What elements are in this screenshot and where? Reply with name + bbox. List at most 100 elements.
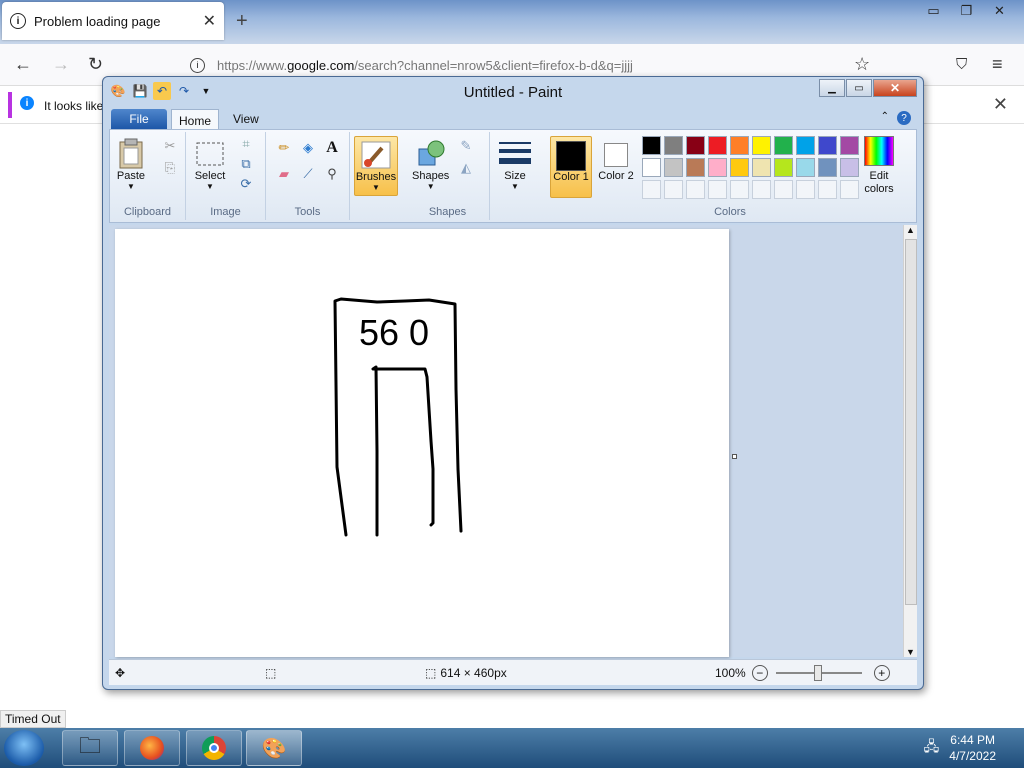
tab-file[interactable]: File <box>111 109 167 129</box>
shapes-button[interactable]: Shapes ▼ <box>412 138 449 191</box>
firefox-icon <box>140 736 164 760</box>
pencil-icon[interactable]: ✏ <box>274 138 294 158</box>
scroll-down-icon[interactable]: ▼ <box>906 647 915 657</box>
color1-button[interactable]: Color 1 <box>550 136 592 198</box>
back-button[interactable]: ← <box>14 54 32 75</box>
palette-swatch[interactable] <box>774 158 793 177</box>
palette-swatch[interactable] <box>708 158 727 177</box>
palette-swatch[interactable] <box>818 136 837 155</box>
resize-icon[interactable]: ⧉ <box>236 154 256 174</box>
custom-color-slot[interactable] <box>730 180 749 199</box>
copy-icon[interactable]: ⎘ <box>160 158 180 178</box>
rotate-icon[interactable]: ⟳ <box>236 174 256 194</box>
network-icon[interactable]: 🖧 <box>924 736 940 760</box>
close-window-button[interactable]: ✕ <box>983 0 1016 22</box>
outline-icon[interactable]: ✎ <box>456 136 476 156</box>
minimize-ribbon-icon[interactable]: ⌃ <box>881 111 889 122</box>
close-window-button[interactable]: ✕ <box>873 79 917 97</box>
scroll-thumb[interactable] <box>905 239 917 605</box>
zoom-slider-thumb[interactable] <box>813 664 822 681</box>
maximize-button[interactable]: ▭ <box>846 79 872 97</box>
help-icon[interactable]: ? <box>897 111 911 125</box>
palette-swatch[interactable] <box>642 158 661 177</box>
custom-color-slot[interactable] <box>686 180 705 199</box>
custom-color-slot[interactable] <box>642 180 661 199</box>
palette-swatch[interactable] <box>664 136 683 155</box>
fill-icon[interactable]: ◈ <box>298 138 318 158</box>
scroll-up-icon[interactable]: ▲ <box>906 225 915 235</box>
paint-taskbar-button[interactable]: 🎨 <box>246 730 302 766</box>
palette-swatch[interactable] <box>818 158 837 177</box>
browser-tab[interactable]: i Problem loading page ✕ <box>2 2 224 40</box>
close-tab-icon[interactable]: ✕ <box>203 11 216 31</box>
palette-swatch[interactable] <box>752 136 771 155</box>
palette-swatch[interactable] <box>796 136 815 155</box>
tab-home[interactable]: Home <box>171 109 219 131</box>
color-picker-icon[interactable]: ⟋ <box>298 164 318 184</box>
custom-color-slot[interactable] <box>708 180 727 199</box>
clock[interactable]: 6:44 PM 4/7/2022 <box>949 732 996 764</box>
forward-button[interactable]: → <box>52 54 70 75</box>
palette-swatch[interactable] <box>774 136 793 155</box>
canvas-resize-handle[interactable] <box>732 454 737 459</box>
new-tab-button[interactable]: + <box>236 10 248 33</box>
paste-button[interactable]: Paste ▼ <box>116 138 146 191</box>
explorer-taskbar-button[interactable]: 🗀 <box>62 730 118 766</box>
taskbar: 🗀 🎨 🖧 6:44 PM 4/7/2022 <box>0 728 1024 768</box>
chrome-icon <box>202 736 226 760</box>
palette-swatch[interactable] <box>686 158 705 177</box>
restore-button[interactable]: ❐ <box>950 0 983 22</box>
text-tool-icon[interactable]: A <box>322 138 342 158</box>
color2-button[interactable]: Color 2 <box>596 136 636 198</box>
tab-view[interactable]: View <box>233 112 259 126</box>
custom-color-slot[interactable] <box>796 180 815 199</box>
palette-swatch[interactable] <box>730 158 749 177</box>
size-icon <box>498 138 532 170</box>
bookmark-star-icon[interactable]: ☆ <box>854 54 870 75</box>
select-button[interactable]: Select ▼ <box>194 138 226 191</box>
zoom-slider[interactable] <box>775 664 862 681</box>
custom-color-slot[interactable] <box>818 180 837 199</box>
drawing-canvas[interactable]: 56 0 <box>115 229 729 657</box>
custom-color-slot[interactable] <box>774 180 793 199</box>
canvas-area: 56 0 <box>109 225 903 657</box>
dropdown-arrow-icon: ▼ <box>511 182 519 191</box>
start-button[interactable] <box>4 730 44 766</box>
menu-icon[interactable]: ≡ <box>992 54 1003 75</box>
reload-button[interactable]: ↻ <box>88 54 103 75</box>
ribbon-tabs: File Home View ⌃ ? <box>109 109 917 131</box>
cut-icon[interactable]: ✂ <box>160 136 180 156</box>
paint-titlebar[interactable]: 🎨 💾 ↶ ↷ ▼ Untitled - Paint ▁ ▭ ✕ <box>103 77 923 107</box>
custom-color-slot[interactable] <box>664 180 683 199</box>
vertical-scrollbar[interactable]: ▲ ▼ <box>903 225 917 657</box>
edit-colors-button[interactable]: Edit colors <box>854 136 904 196</box>
window-title: Untitled - Paint <box>463 84 563 101</box>
group-colors: Color 1 Color 2 Edit colors Colors <box>544 132 916 220</box>
crop-icon[interactable]: ⌗ <box>236 134 256 154</box>
pocket-icon[interactable]: ⛉ <box>956 56 967 73</box>
group-label: Shapes <box>428 206 467 218</box>
brushes-button[interactable]: Brushes ▼ <box>354 136 398 196</box>
palette-swatch[interactable] <box>796 158 815 177</box>
close-notification-icon[interactable]: ✕ <box>993 94 1008 115</box>
minimize-button[interactable]: ▭ <box>917 0 950 22</box>
fill-shape-icon[interactable]: ◭ <box>456 158 476 178</box>
info-icon[interactable]: i <box>190 57 205 73</box>
zoom-in-button[interactable]: + <box>873 664 890 681</box>
eraser-icon[interactable]: ▰ <box>274 164 294 184</box>
group-image: Select ▼ ⌗ ⧉ ⟳ Image <box>186 132 266 220</box>
palette-swatch[interactable] <box>708 136 727 155</box>
rainbow-icon <box>864 136 894 166</box>
palette-swatch[interactable] <box>752 158 771 177</box>
palette-swatch[interactable] <box>730 136 749 155</box>
chrome-taskbar-button[interactable] <box>186 730 242 766</box>
firefox-taskbar-button[interactable] <box>124 730 180 766</box>
palette-swatch[interactable] <box>642 136 661 155</box>
palette-swatch[interactable] <box>664 158 683 177</box>
custom-color-slot[interactable] <box>752 180 771 199</box>
size-button[interactable]: Size ▼ <box>498 138 532 191</box>
magnifier-icon[interactable]: ⚲ <box>322 164 342 184</box>
minimize-button[interactable]: ▁ <box>819 79 845 97</box>
palette-swatch[interactable] <box>686 136 705 155</box>
zoom-out-button[interactable]: − <box>751 664 768 681</box>
